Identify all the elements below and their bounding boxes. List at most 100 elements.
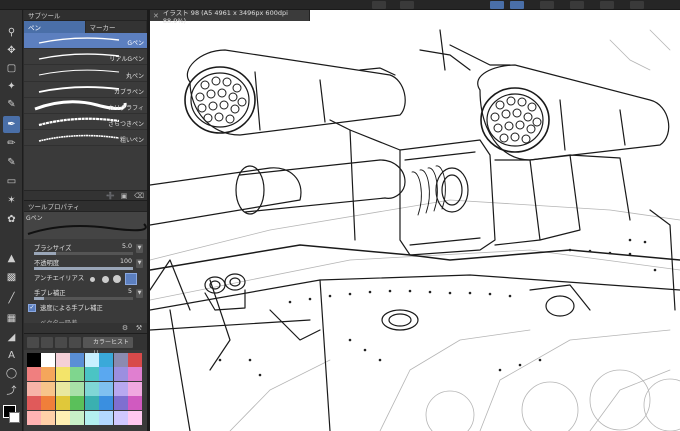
- brush-item-round-pen[interactable]: 丸ペン: [24, 65, 147, 82]
- command-button[interactable]: [570, 1, 584, 9]
- duplicate-subtool-icon[interactable]: ▣: [120, 192, 128, 200]
- brush-item-g-pen[interactable]: Gペン: [24, 33, 147, 50]
- color-swatch[interactable]: [84, 367, 99, 382]
- color-swatch[interactable]: [113, 410, 128, 425]
- color-swatch[interactable]: [128, 367, 142, 382]
- color-swatch[interactable]: [27, 353, 41, 367]
- color-swatch[interactable]: [99, 353, 114, 367]
- color-swatch[interactable]: [55, 367, 70, 382]
- color-swatch[interactable]: [27, 381, 41, 396]
- brush-item-calligraphy[interactable]: カリグラフィ: [24, 97, 147, 114]
- command-button[interactable]: [490, 1, 504, 9]
- color-swatch[interactable]: [128, 410, 142, 425]
- command-button[interactable]: [600, 1, 614, 9]
- add-subtool-icon[interactable]: ➕: [106, 192, 115, 200]
- tab-marker[interactable]: マーカー: [86, 21, 147, 33]
- opacity-row[interactable]: 不透明度 100 ▼: [24, 257, 147, 272]
- brush-size-spinner[interactable]: ▼: [136, 244, 143, 253]
- brush-size-value[interactable]: 5.0: [122, 243, 132, 250]
- correct-line-icon[interactable]: ⤴: [3, 383, 20, 400]
- color-swatch[interactable]: [41, 367, 56, 382]
- color-swatch[interactable]: [113, 381, 128, 396]
- color-swatch[interactable]: [70, 396, 85, 411]
- brush-size-row[interactable]: ブラシサイズ 5.0 ▼: [24, 242, 147, 257]
- brush-item-real-g-pen[interactable]: リアルGペン: [24, 49, 147, 66]
- color-swatch[interactable]: [41, 410, 56, 425]
- command-button[interactable]: [510, 1, 524, 9]
- fill-icon[interactable]: ▲: [3, 250, 20, 267]
- stabilization-spinner[interactable]: ▼: [136, 289, 143, 298]
- color-swatch[interactable]: [27, 410, 41, 425]
- brush-item-rough-pen[interactable]: ざらつきペン: [24, 113, 147, 131]
- color-swatch[interactable]: [55, 381, 70, 396]
- ruler-icon[interactable]: ◢: [3, 329, 20, 346]
- speed-stab-checkbox[interactable]: ✓: [28, 304, 36, 312]
- color-swatch[interactable]: [113, 353, 128, 367]
- color-swatch[interactable]: [113, 396, 128, 411]
- brush-item-coarse-pen[interactable]: 粗いペン: [24, 130, 147, 147]
- color-swatch[interactable]: [128, 396, 142, 411]
- color-swatch[interactable]: [70, 367, 85, 382]
- eraser-icon[interactable]: ▭: [3, 173, 20, 190]
- color-swatch[interactable]: [70, 381, 85, 396]
- move-icon[interactable]: ✥: [3, 42, 20, 59]
- balloon-icon[interactable]: ◯: [3, 365, 20, 382]
- opacity-spinner[interactable]: ▼: [136, 259, 143, 268]
- brush-size-slider[interactable]: [34, 252, 133, 255]
- opacity-value[interactable]: 100: [120, 258, 132, 265]
- color-swatch[interactable]: [41, 353, 56, 367]
- brush-icon[interactable]: ✎: [3, 154, 20, 171]
- color-swatch[interactable]: [99, 367, 114, 382]
- antialias-none-icon[interactable]: [90, 277, 95, 282]
- select-icon[interactable]: ▢: [3, 60, 20, 77]
- color-swatch[interactable]: [84, 410, 99, 425]
- color-swatch[interactable]: [70, 410, 85, 425]
- settings-icon[interactable]: ⚙: [121, 324, 129, 332]
- color-swatch[interactable]: [55, 396, 70, 411]
- color-swatch[interactable]: [84, 353, 99, 367]
- pen-icon[interactable]: ✒: [3, 116, 20, 133]
- blend-icon[interactable]: ✿: [3, 211, 20, 228]
- antialias-medium-icon[interactable]: [113, 275, 121, 283]
- speed-stab-row[interactable]: ✓ 速度による手ブレ補正: [24, 302, 147, 317]
- eyedropper-icon[interactable]: ✎: [3, 96, 20, 113]
- magic-wand-icon[interactable]: ✦: [3, 78, 20, 95]
- stabilization-slider[interactable]: [34, 297, 133, 300]
- tab-intermediate-color[interactable]: [69, 337, 81, 348]
- color-swatch[interactable]: [70, 353, 85, 367]
- pencil-icon[interactable]: ✏: [3, 135, 20, 152]
- color-swatch[interactable]: [41, 396, 56, 411]
- color-swatch[interactable]: [55, 353, 70, 367]
- command-button[interactable]: [540, 1, 554, 9]
- color-swatch[interactable]: [113, 367, 128, 382]
- command-button[interactable]: [630, 1, 644, 9]
- color-swatch[interactable]: [27, 396, 41, 411]
- stabilization-row[interactable]: 手ブレ補正 5 ▼: [24, 287, 147, 302]
- command-button[interactable]: [400, 1, 414, 9]
- color-swatch[interactable]: [99, 396, 114, 411]
- document-tab[interactable]: ✕ イラスト 98 (A5 4961 x 3496px 600dpi 88.9%…: [150, 10, 310, 25]
- antialias-weak-icon[interactable]: [102, 276, 109, 283]
- color-swatch[interactable]: [55, 410, 70, 425]
- opacity-slider[interactable]: [34, 267, 133, 270]
- tab-color-set[interactable]: [55, 337, 67, 348]
- tab-color-wheel[interactable]: [27, 337, 39, 348]
- brush-item-kabura-pen[interactable]: カブラペン: [24, 81, 147, 98]
- color-swatch[interactable]: [84, 381, 99, 396]
- sub-color-swatch[interactable]: [9, 412, 20, 423]
- tab-pen[interactable]: ペン: [24, 21, 86, 33]
- color-swatch[interactable]: [41, 381, 56, 396]
- canvas-area[interactable]: ✕ イラスト 98 (A5 4961 x 3496px 600dpi 88.9%…: [150, 10, 680, 431]
- color-swatch[interactable]: [84, 396, 99, 411]
- gradient-icon[interactable]: ▩: [3, 269, 20, 286]
- decoration-icon[interactable]: ✶: [3, 192, 20, 209]
- tab-color-slider[interactable]: [41, 337, 53, 348]
- figure-icon[interactable]: ╱: [3, 290, 20, 307]
- frame-icon[interactable]: ▦: [3, 310, 20, 327]
- color-swatch[interactable]: [99, 381, 114, 396]
- text-icon[interactable]: A: [3, 347, 20, 364]
- delete-subtool-icon[interactable]: ⌫: [134, 192, 144, 200]
- color-swatch[interactable]: [128, 353, 142, 367]
- antialias-strong-icon[interactable]: [125, 273, 137, 285]
- color-swatch[interactable]: [128, 381, 142, 396]
